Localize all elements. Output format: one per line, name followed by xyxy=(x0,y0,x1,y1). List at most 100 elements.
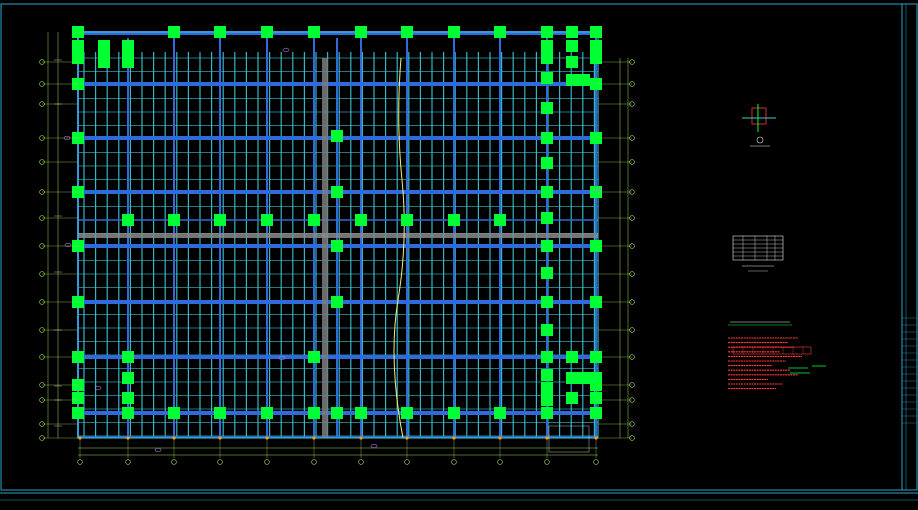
detail-section-box xyxy=(751,107,767,125)
column-marker xyxy=(331,296,343,308)
column-marker xyxy=(122,392,134,404)
detail-bubble xyxy=(756,136,764,144)
axis-bubble-bottom xyxy=(77,459,83,465)
structural-floor-plan xyxy=(0,3,918,501)
column-marker xyxy=(541,212,553,224)
pile-marker xyxy=(545,436,549,440)
axis-bubble-bottom xyxy=(404,459,410,465)
column-marker xyxy=(541,26,553,38)
column-marker xyxy=(168,26,180,38)
column-marker xyxy=(72,392,84,404)
column-marker xyxy=(541,102,553,114)
column-marker xyxy=(590,26,602,38)
column-marker xyxy=(261,214,273,226)
section-callout xyxy=(282,47,290,53)
column-marker xyxy=(566,74,578,86)
axis-bubble-bottom xyxy=(264,459,270,465)
column-marker xyxy=(331,407,343,419)
pile-marker xyxy=(452,436,456,440)
column-marker xyxy=(214,214,226,226)
pile-marker xyxy=(172,436,176,440)
section-callout xyxy=(370,443,378,449)
column-marker xyxy=(541,72,553,84)
column-marker xyxy=(72,407,84,419)
column-marker xyxy=(355,407,367,419)
column-marker xyxy=(261,26,273,38)
column-marker xyxy=(566,26,578,38)
expansion-joint-vertical xyxy=(322,58,328,438)
column-marker xyxy=(122,214,134,226)
axis-bubble-bottom xyxy=(217,459,223,465)
column-marker xyxy=(168,214,180,226)
column-marker xyxy=(355,214,367,226)
column-marker xyxy=(401,407,413,419)
column-marker xyxy=(541,394,553,406)
column-marker xyxy=(355,26,367,38)
column-marker xyxy=(541,240,553,252)
cad-drawing-sheet xyxy=(0,0,918,506)
column-marker xyxy=(541,407,553,419)
column-marker xyxy=(590,392,602,404)
section-callout xyxy=(64,242,72,248)
column-marker xyxy=(541,132,553,144)
column-marker xyxy=(494,26,506,38)
pile-marker xyxy=(126,436,130,440)
column-marker xyxy=(214,26,226,38)
column-marker xyxy=(308,26,320,38)
column-marker xyxy=(541,157,553,169)
column-marker xyxy=(566,392,578,404)
column-marker xyxy=(331,186,343,198)
note-table xyxy=(732,346,812,355)
column-marker xyxy=(578,372,590,384)
column-marker xyxy=(72,26,84,38)
column-marker xyxy=(541,382,553,394)
column-marker xyxy=(541,52,553,64)
column-marker xyxy=(590,372,602,384)
column-marker xyxy=(578,74,590,86)
column-marker xyxy=(541,267,553,279)
column-marker xyxy=(72,40,84,52)
section-callout xyxy=(154,447,162,453)
column-marker xyxy=(308,351,320,363)
column-marker xyxy=(541,296,553,308)
column-marker xyxy=(541,186,553,198)
axis-bubble-bottom xyxy=(125,459,131,465)
column-marker xyxy=(401,214,413,226)
pile-marker xyxy=(265,436,269,440)
column-marker xyxy=(590,40,602,52)
column-marker xyxy=(331,240,343,252)
column-marker xyxy=(168,407,180,419)
pile-marker xyxy=(78,436,82,440)
column-marker xyxy=(541,351,553,363)
column-marker xyxy=(308,407,320,419)
column-marker xyxy=(541,324,553,336)
axis-bubble-bottom xyxy=(358,459,364,465)
column-marker xyxy=(122,48,134,60)
expansion-joint-horizontal xyxy=(78,233,598,238)
column-marker xyxy=(448,407,460,419)
column-marker xyxy=(590,407,602,419)
column-marker xyxy=(122,407,134,419)
axis-bubble-bottom xyxy=(497,459,503,465)
column-marker xyxy=(98,48,110,60)
pile-marker xyxy=(359,436,363,440)
pile-marker xyxy=(405,436,409,440)
column-marker xyxy=(448,214,460,226)
column-marker xyxy=(308,214,320,226)
column-marker xyxy=(566,372,578,384)
column-marker xyxy=(494,214,506,226)
axis-bubble-bottom xyxy=(451,459,457,465)
axis-bubble-bottom xyxy=(311,459,317,465)
column-marker xyxy=(448,26,460,38)
column-marker xyxy=(214,407,226,419)
pile-marker xyxy=(312,436,316,440)
pile-marker xyxy=(218,436,222,440)
column-marker xyxy=(122,372,134,384)
column-marker xyxy=(566,351,578,363)
axis-bubble-bottom xyxy=(171,459,177,465)
column-marker xyxy=(122,351,134,363)
axis-bubble-bottom xyxy=(593,459,599,465)
column-marker xyxy=(541,369,553,381)
column-marker xyxy=(261,407,273,419)
pile-marker xyxy=(594,436,598,440)
